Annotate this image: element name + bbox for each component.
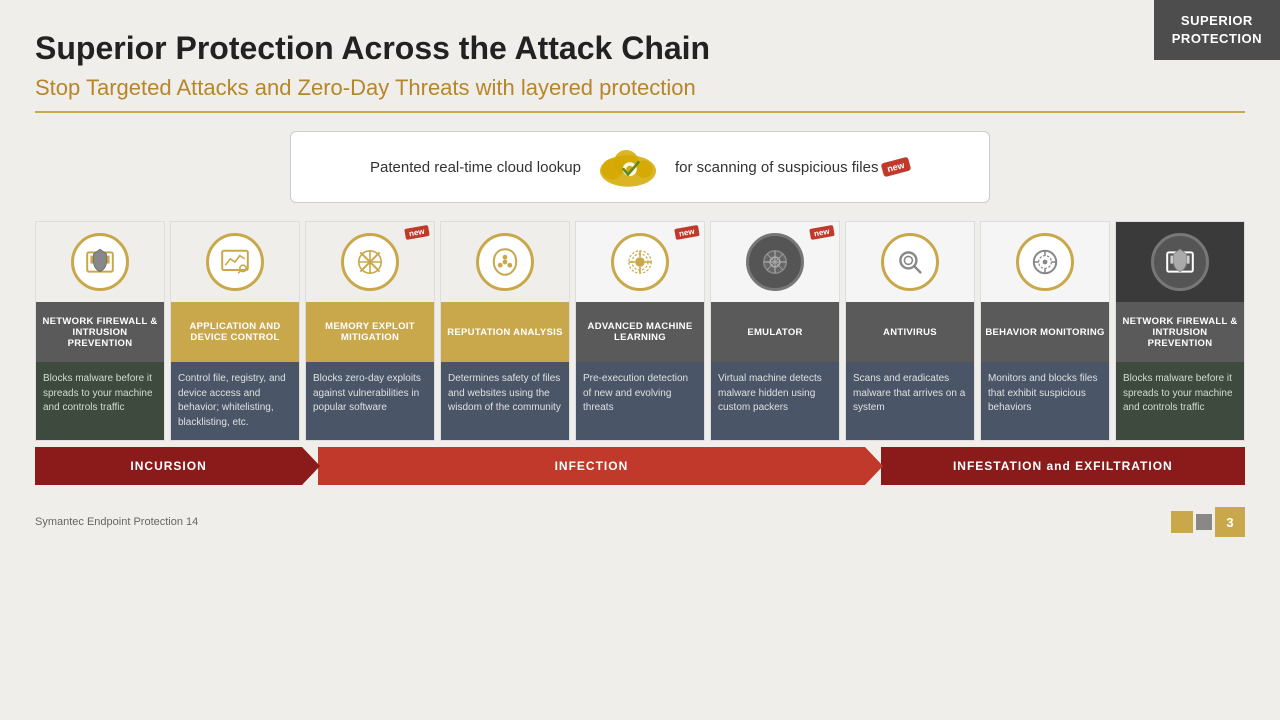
col-title-adc: APPLICATION AND DEVICE CONTROL xyxy=(171,302,299,362)
badge-line1: SUPERIOR xyxy=(1181,13,1253,28)
icon-circle-adc xyxy=(206,233,264,291)
col-title-nfip2: NETWORK FIREWALL & INTRUSION PREVENTION xyxy=(1116,302,1244,362)
column-adc: APPLICATION AND DEVICE CONTROL Control f… xyxy=(170,221,300,441)
incursion-arrow xyxy=(302,447,320,485)
square-gray xyxy=(1196,514,1212,530)
new-tag-emu: new xyxy=(810,225,835,240)
icon-circle-emu xyxy=(746,233,804,291)
main-content: Superior Protection Across the Attack Ch… xyxy=(0,0,1280,503)
new-tag-mem: new xyxy=(405,225,430,240)
col-desc-nfip2: Blocks malware before it spreads to your… xyxy=(1116,362,1244,440)
cloud-gear-icon xyxy=(593,142,663,192)
col-desc-nfip1: Blocks malware before it spreads to your… xyxy=(36,362,164,440)
infestation-section: INFESTATION and EXFILTRATION xyxy=(881,447,1245,485)
icon-area-emu: new xyxy=(711,222,839,302)
col-title-bm: BEHAVIOR MONITORING xyxy=(981,302,1109,362)
col-desc-aml: Pre-execution detection of new and evolv… xyxy=(576,362,704,440)
column-av: ANTIVIRUS Scans and eradicates malware t… xyxy=(845,221,975,441)
col-title-nfip1: NETWORK FIREWALL & INTRUSION PREVENTION xyxy=(36,302,164,362)
column-bm: BEHAVIOR MONITORING Monitors and blocks … xyxy=(980,221,1110,441)
page-title: Superior Protection Across the Attack Ch… xyxy=(35,30,1245,67)
superior-badge: SUPERIOR PROTECTION xyxy=(1154,0,1280,60)
col-title-aml: ADVANCED MACHINE LEARNING xyxy=(576,302,704,362)
column-nfip1: NETWORK FIREWALL & INTRUSION PREVENTION … xyxy=(35,221,165,441)
cloud-new-badge: new xyxy=(881,157,911,178)
icon-circle-rep xyxy=(476,233,534,291)
col-title-rep: REPUTATION ANALYSIS xyxy=(441,302,569,362)
page-number: 3 xyxy=(1215,507,1245,537)
attack-chain-banner: INCURSION INFECTION INFESTATION and EXFI… xyxy=(35,447,1245,485)
icon-area-mem: new xyxy=(306,222,434,302)
icon-circle-nfip2 xyxy=(1151,233,1209,291)
brand-label: Symantec Endpoint Protection 14 xyxy=(35,516,198,528)
cloud-text-after: for scanning of suspicious files xyxy=(675,159,878,176)
icon-circle-av xyxy=(881,233,939,291)
page-subtitle: Stop Targeted Attacks and Zero-Day Threa… xyxy=(35,75,1245,113)
column-emu: new EMULATOR Virtual machine detects mal… xyxy=(710,221,840,441)
icon-area-aml: new xyxy=(576,222,704,302)
column-rep: REPUTATION ANALYSIS Determines safety of… xyxy=(440,221,570,441)
column-aml: new ADVANCED MACHINE LEARNING Pre-execut… xyxy=(575,221,705,441)
col-title-mem: MEMORY EXPLOIT MITIGATION xyxy=(306,302,434,362)
col-desc-adc: Control file, registry, and device acces… xyxy=(171,362,299,440)
icon-area-av xyxy=(846,222,974,302)
square-gold xyxy=(1171,511,1193,533)
incursion-section: INCURSION xyxy=(35,447,302,485)
new-tag-aml: new xyxy=(675,225,700,240)
columns-container: NETWORK FIREWALL & INTRUSION PREVENTION … xyxy=(35,221,1245,441)
icon-area-rep xyxy=(441,222,569,302)
icon-circle-mem xyxy=(341,233,399,291)
col-desc-mem: Blocks zero-day exploits against vulnera… xyxy=(306,362,434,440)
footer: Symantec Endpoint Protection 14 3 xyxy=(0,503,1280,541)
infection-arrow xyxy=(865,447,883,485)
icon-area-bm xyxy=(981,222,1109,302)
icon-area-nfip2 xyxy=(1116,222,1244,302)
badge-line2: PROTECTION xyxy=(1172,31,1262,46)
cloud-banner: Patented real-time cloud lookup for scan… xyxy=(290,131,990,203)
col-desc-rep: Determines safety of files and websites … xyxy=(441,362,569,440)
icon-area-adc xyxy=(171,222,299,302)
col-desc-av: Scans and eradicates malware that arrive… xyxy=(846,362,974,440)
col-title-av: ANTIVIRUS xyxy=(846,302,974,362)
col-title-emu: EMULATOR xyxy=(711,302,839,362)
icon-circle-aml xyxy=(611,233,669,291)
footer-decoration: 3 xyxy=(1171,507,1245,537)
infection-section: INFECTION xyxy=(318,447,865,485)
icon-circle-bm xyxy=(1016,233,1074,291)
column-mem: new MEMORY EXPLOIT MITIGATION Blocks zer… xyxy=(305,221,435,441)
col-desc-emu: Virtual machine detects malware hidden u… xyxy=(711,362,839,440)
cloud-text-before: Patented real-time cloud lookup xyxy=(370,159,581,176)
col-desc-bm: Monitors and blocks files that exhibit s… xyxy=(981,362,1109,440)
icon-area-nfip1 xyxy=(36,222,164,302)
icon-circle-nfip1 xyxy=(71,233,129,291)
column-nfip2: NETWORK FIREWALL & INTRUSION PREVENTION … xyxy=(1115,221,1245,441)
